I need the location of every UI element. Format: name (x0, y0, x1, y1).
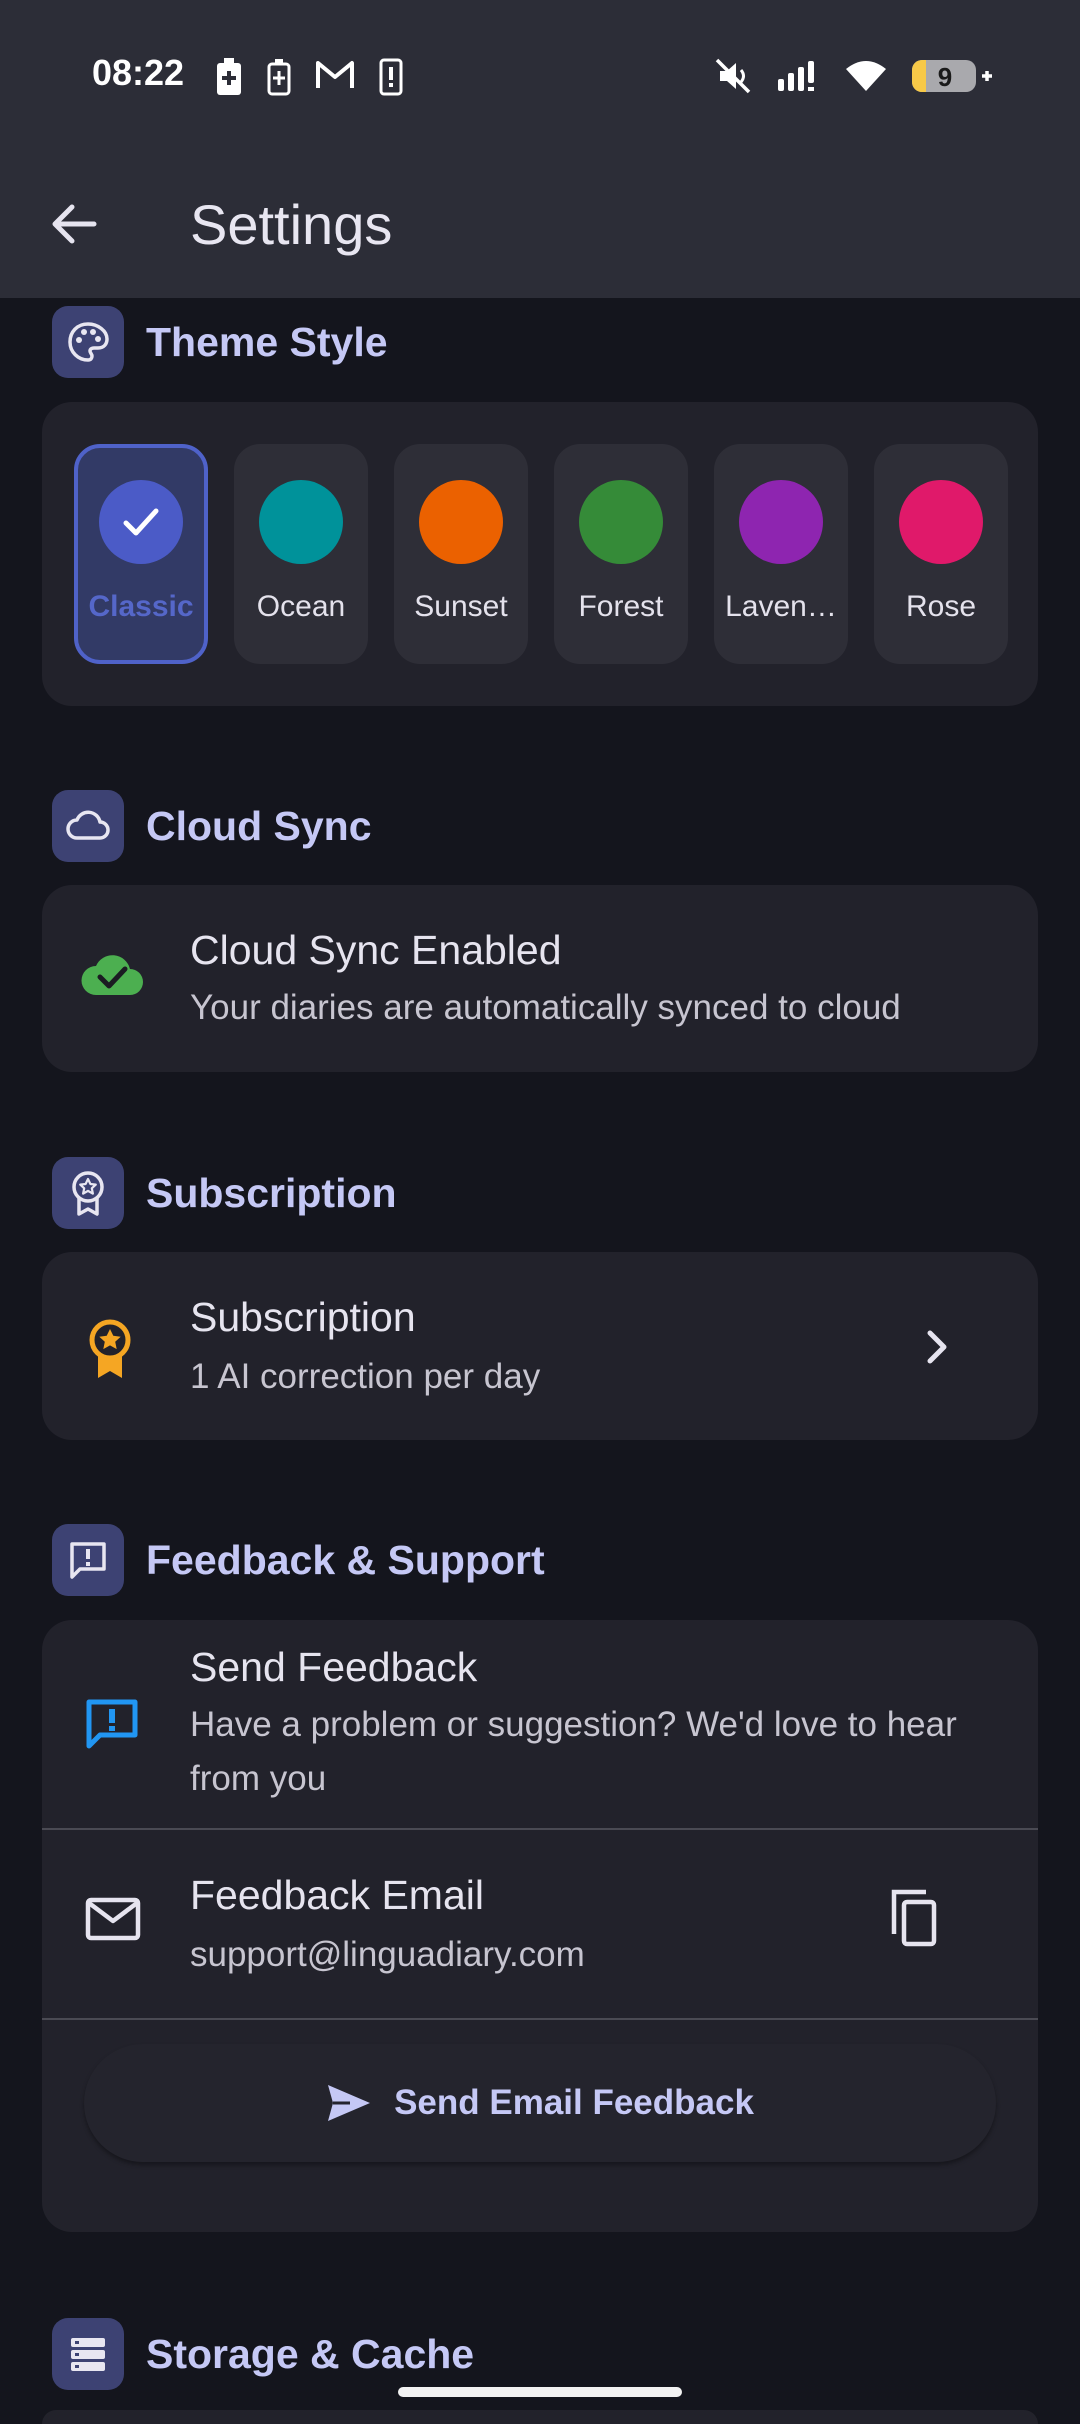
battery-charging-icon (215, 58, 243, 101)
section-header-storage: Storage & Cache (52, 2318, 474, 2390)
theme-label: Laven… (725, 590, 837, 623)
theme-option-classic[interactable]: Classic (74, 444, 208, 664)
mute-icon (714, 57, 752, 100)
theme-option-ocean[interactable]: Ocean (234, 444, 368, 664)
cloud-sync-card: Cloud Sync Enabled Your diaries are auto… (42, 885, 1038, 1072)
color-swatch (419, 480, 503, 564)
section-header-subscription: Subscription (52, 1157, 397, 1229)
color-swatch (259, 480, 343, 564)
section-title: Feedback & Support (146, 1536, 545, 1583)
svg-text:9: 9 (938, 62, 952, 92)
color-swatch (579, 480, 663, 564)
home-indicator[interactable] (398, 2387, 682, 2397)
section-header-theme: Theme Style (52, 306, 388, 378)
feedback-icon (84, 1696, 140, 1752)
signal-icon (776, 59, 820, 98)
cloud-done-icon (80, 949, 146, 999)
row-title: Feedback Email (190, 1872, 484, 1918)
check-icon (99, 480, 183, 564)
theme-label: Rose (905, 590, 977, 623)
palette-icon (52, 306, 124, 378)
back-button[interactable] (40, 190, 108, 258)
subscription-card[interactable]: Subscription 1 AI correction per day (42, 1252, 1038, 1440)
chevron-right-icon (922, 1328, 952, 1366)
divider (42, 2018, 1038, 2020)
cloud-icon (52, 790, 124, 862)
gmail-icon (315, 58, 355, 101)
subscription-badge-icon (86, 1318, 134, 1380)
copy-icon[interactable] (878, 1882, 950, 1954)
theme-label: Forest (578, 590, 664, 623)
section-title: Storage & Cache (146, 2330, 475, 2377)
section-title: Theme Style (146, 318, 388, 365)
feedback-card: Send Feedback Have a problem or suggesti… (42, 1620, 1038, 2232)
theme-option-lavender[interactable]: Laven… (714, 444, 848, 664)
send-icon (328, 2085, 371, 2121)
storage-icon (52, 2318, 124, 2390)
theme-card: Classic Ocean Sunset Forest Laven… Rose (42, 402, 1038, 706)
app-bar: Settings (0, 150, 1080, 298)
section-header-feedback: Feedback & Support (52, 1524, 545, 1596)
theme-label: Classic (88, 590, 194, 623)
row-title: Subscription (190, 1294, 416, 1340)
row-title: Send Feedback (190, 1644, 478, 1690)
button-label: Send Email Feedback (394, 2083, 754, 2122)
row-title: Cloud Sync Enabled (190, 927, 562, 973)
battery-icon: 9 (912, 56, 992, 101)
battery-saver-icon (265, 58, 293, 101)
feedback-icon (52, 1524, 124, 1596)
feedback-email-row: Feedback Email support@linguadiary.com (42, 1830, 1038, 2018)
section-title: Cloud Sync (146, 802, 372, 849)
page-title: Settings (190, 193, 393, 256)
theme-label: Sunset (414, 590, 508, 623)
row-subtitle: Your diaries are automatically synced to… (190, 988, 901, 1027)
mail-icon (84, 1894, 142, 1944)
arrow-back-icon (52, 204, 97, 244)
color-swatch (899, 480, 983, 564)
status-time: 08:22 (92, 52, 185, 93)
theme-option-forest[interactable]: Forest (554, 444, 688, 664)
alert-device-icon (377, 58, 405, 101)
send-feedback-row[interactable]: Send Feedback Have a problem or suggesti… (42, 1620, 1038, 1828)
theme-option-sunset[interactable]: Sunset (394, 444, 528, 664)
wifi-icon (844, 59, 888, 98)
status-bar: 08:22 9 (0, 0, 1080, 150)
section-title: Subscription (146, 1169, 397, 1216)
color-swatch (739, 480, 823, 564)
row-subtitle: 1 AI correction per day (190, 1357, 541, 1396)
theme-label: Ocean (256, 590, 346, 623)
premium-badge-icon (52, 1157, 124, 1229)
send-email-feedback-button[interactable]: Send Email Feedback (84, 2044, 996, 2162)
row-subtitle: Have a problem or suggestion? We'd love … (190, 1705, 957, 1798)
section-header-cloud: Cloud Sync (52, 790, 372, 862)
email-address: support@linguadiary.com (190, 1935, 585, 1974)
storage-card (42, 2410, 1038, 2424)
theme-option-rose[interactable]: Rose (874, 444, 1008, 664)
